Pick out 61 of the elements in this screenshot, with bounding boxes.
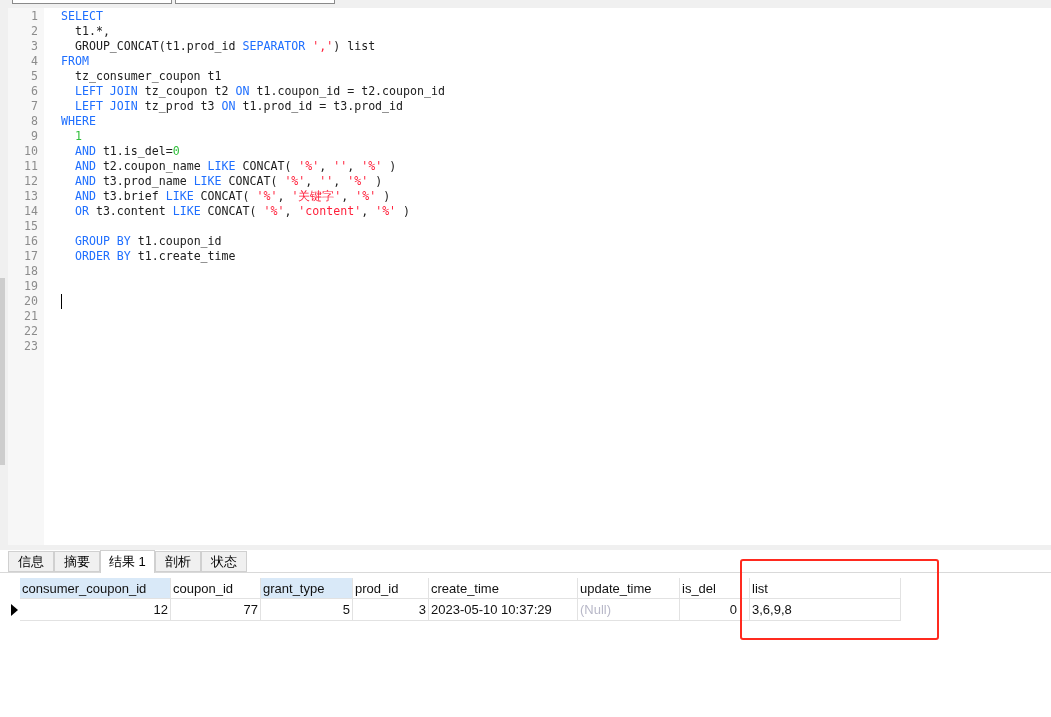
column-header[interactable]: prod_id bbox=[353, 578, 429, 599]
column-header[interactable]: coupon_id bbox=[171, 578, 261, 599]
line-number: 12 bbox=[23, 174, 38, 189]
line-number: 23 bbox=[23, 339, 38, 354]
line-number: 3 bbox=[30, 39, 38, 54]
code-line: LEFT JOIN tz_prod t3 ON t1.prod_id = t3.prod_id bbox=[73, 99, 404, 114]
line-number: 17 bbox=[23, 249, 38, 264]
line-number: 11 bbox=[23, 159, 38, 174]
tab[interactable]: 摘要 bbox=[54, 551, 100, 572]
line-number: 20 bbox=[23, 294, 38, 309]
line-number: 5 bbox=[30, 69, 38, 84]
code-line: GROUP BY t1.coupon_id bbox=[73, 234, 222, 249]
code-line: AND t3.brief LIKE CONCAT( '%', '关键字', '%' ) bbox=[73, 189, 391, 204]
code-line: AND t3.prod_name LIKE CONCAT( '%', '', '%' ) bbox=[73, 174, 383, 189]
code-line: t1.*, bbox=[73, 24, 110, 39]
line-number: 6 bbox=[30, 84, 38, 99]
table-cell: 3 bbox=[353, 599, 429, 621]
code-line: AND t2.coupon_name LIKE CONCAT( '%', '', '%' ) bbox=[73, 159, 397, 174]
code-line: ORDER BY t1.create_time bbox=[73, 249, 236, 264]
column-header[interactable]: list bbox=[750, 578, 901, 599]
code-line: SELECT bbox=[61, 9, 103, 24]
column-header[interactable]: is_del bbox=[680, 578, 750, 599]
tab[interactable]: 信息 bbox=[8, 551, 54, 572]
table-cell: 5 bbox=[261, 599, 353, 621]
line-number: 4 bbox=[30, 54, 38, 69]
code-line: LEFT JOIN tz_coupon t2 ON t1.coupon_id = t2.coupon_id bbox=[73, 84, 445, 99]
tab[interactable]: 结果 1 bbox=[100, 550, 155, 573]
line-number: 9 bbox=[30, 129, 38, 144]
column-header[interactable]: grant_type bbox=[261, 578, 353, 599]
column-header[interactable]: create_time bbox=[429, 578, 578, 599]
table-cell: (Null) bbox=[578, 599, 680, 621]
scrollbar[interactable] bbox=[0, 278, 5, 465]
code-line: FROM bbox=[61, 54, 89, 69]
code-line: tz_consumer_coupon t1 bbox=[73, 69, 222, 84]
tab[interactable]: 剖析 bbox=[154, 551, 201, 572]
line-number: 22 bbox=[23, 324, 38, 339]
code-line: 1 bbox=[73, 129, 82, 144]
column-header[interactable]: consumer_coupon_id bbox=[20, 578, 171, 599]
code-line: OR t3.content LIKE CONCAT( '%', 'content', '%' ) bbox=[73, 204, 411, 219]
table-cell: 3,6,9,8 bbox=[750, 599, 901, 621]
column-header[interactable]: update_time bbox=[578, 578, 680, 599]
line-number: 2 bbox=[30, 24, 38, 39]
tab[interactable]: 状态 bbox=[200, 551, 247, 572]
line-number: 19 bbox=[23, 279, 38, 294]
line-number: 16 bbox=[23, 234, 38, 249]
table-cell: 77 bbox=[171, 599, 261, 621]
table-cell: 12 bbox=[20, 599, 171, 621]
line-number: 14 bbox=[23, 204, 38, 219]
line-number: 1 bbox=[30, 9, 38, 24]
table-cell: 2023-05-10 10:37:29 bbox=[429, 599, 578, 621]
line-number: 18 bbox=[23, 264, 38, 279]
line-number: 7 bbox=[30, 99, 38, 114]
line-number: 10 bbox=[23, 144, 38, 159]
code-line: GROUP_CONCAT(t1.prod_id SEPARATOR ',') list bbox=[73, 39, 376, 54]
line-number: 13 bbox=[23, 189, 38, 204]
line-number: 15 bbox=[23, 219, 38, 234]
line-number: 21 bbox=[23, 309, 38, 324]
table-cell: 0 bbox=[680, 599, 750, 621]
code-line: AND t1.is_del=0 bbox=[73, 144, 180, 159]
line-number: 8 bbox=[30, 114, 38, 129]
code-line: WHERE bbox=[61, 114, 96, 129]
